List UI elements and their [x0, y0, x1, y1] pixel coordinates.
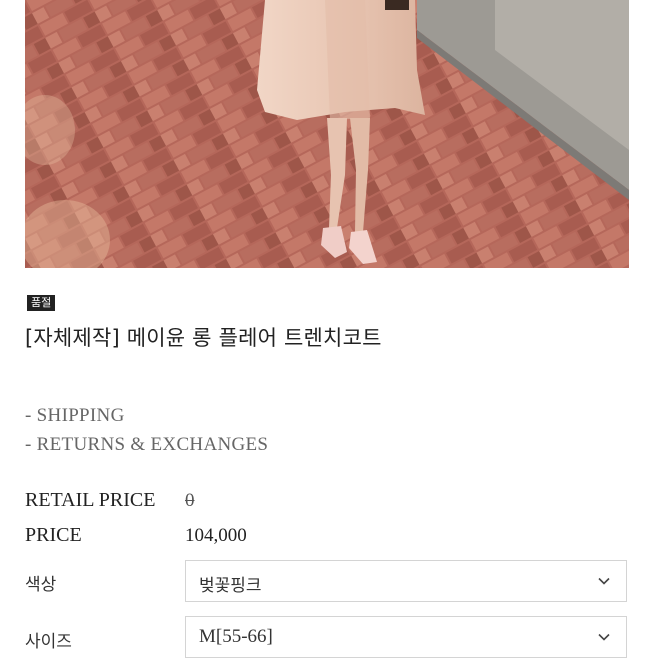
retail-price-label: RETAIL PRICE — [25, 489, 156, 511]
retail-price-value: 0 — [185, 490, 195, 511]
size-select[interactable]: M[55-66] — [185, 616, 627, 658]
product-image — [25, 0, 629, 268]
sold-out-badge: 품절 — [27, 295, 56, 311]
size-select-value: M[55-66] — [199, 626, 273, 647]
color-select[interactable]: 벚꽃핑크 — [185, 560, 627, 602]
color-option-label: 색상 — [25, 575, 57, 595]
product-title: [자체제작] 메이윤 롱 플레어 트렌치코트 — [25, 326, 382, 350]
returns-exchanges-link[interactable]: - RETURNS & EXCHANGES — [25, 434, 268, 456]
price-value: 104,000 — [185, 525, 247, 546]
chevron-down-icon — [598, 633, 610, 641]
color-select-value: 벚꽃핑크 — [199, 576, 262, 596]
price-label: PRICE — [25, 524, 82, 546]
chevron-down-icon — [598, 577, 610, 585]
shipping-link[interactable]: - SHIPPING — [25, 405, 125, 427]
size-option-label: 사이즈 — [25, 632, 72, 652]
